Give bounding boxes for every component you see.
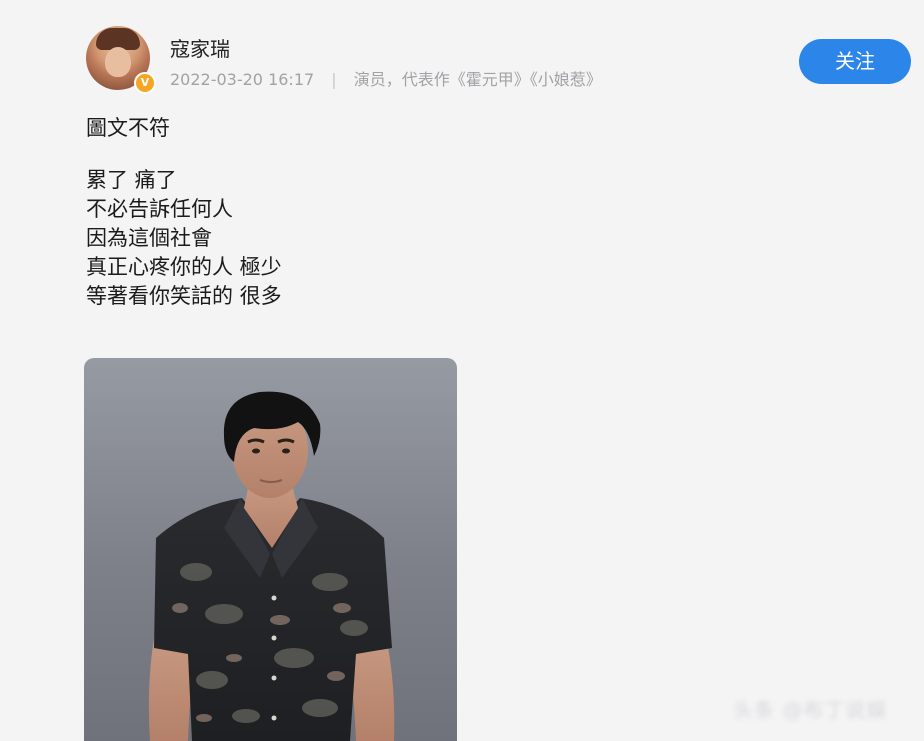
post-photo[interactable] (84, 358, 457, 741)
post-timestamp[interactable]: 2022-03-20 16:17 (170, 70, 314, 89)
post-intro: 圖文不符 (86, 116, 170, 140)
author-description: 演员，代表作《霍元甲》《小娘惹》 (353, 70, 602, 89)
post-line: 累了 痛了 (86, 168, 177, 192)
post-line: 不必告訴任何人 (86, 197, 233, 221)
author-avatar[interactable]: V (86, 26, 156, 94)
watermark: 头条 @布丁说娱 (733, 698, 888, 722)
post-line: 因為這個社會 (86, 226, 212, 250)
post-body: 累了 痛了 不必告訴任何人 因為這個社會 真正心疼你的人 極少 等著看你笑話的 … (86, 166, 282, 311)
portrait-illustration (148, 391, 395, 741)
author-name[interactable]: 寇家瑞 (170, 33, 230, 62)
post-line: 真正心疼你的人 極少 (86, 255, 282, 279)
post-meta: 2022-03-20 16:17 | 演员，代表作《霍元甲》《小娘惹》 (170, 66, 602, 90)
verified-badge-icon: V (134, 72, 156, 94)
follow-button[interactable]: 关注 (799, 39, 911, 84)
meta-separator: | (331, 70, 337, 89)
post-line: 等著看你笑話的 很多 (86, 284, 282, 308)
